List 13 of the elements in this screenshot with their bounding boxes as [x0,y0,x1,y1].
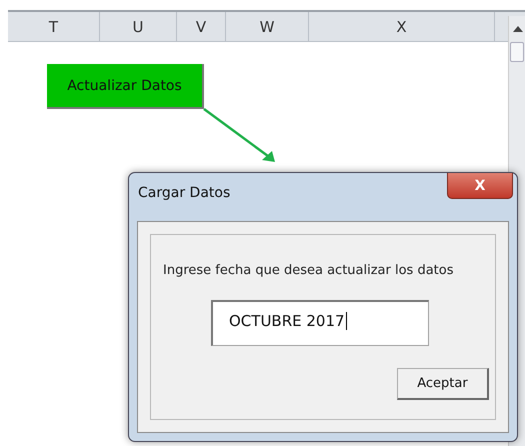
scroll-thumb[interactable] [510,42,524,62]
column-header[interactable]: X [309,12,495,41]
column-header[interactable]: V [177,12,226,41]
scroll-up-icon[interactable] [513,26,523,32]
close-button[interactable]: X [447,173,513,199]
date-input-field[interactable]: OCTUBRE 2017 [211,300,429,346]
prompt-text: Ingrese fecha que desea actualizar los datos [163,263,454,278]
macro-button[interactable]: Actualizar Datos [47,64,204,109]
column-header[interactable]: T [8,12,100,41]
dialog-title: Cargar Datos [138,185,230,201]
column-header[interactable]: U [100,12,177,41]
accept-button[interactable]: Aceptar [397,368,489,400]
column-header[interactable]: W [226,12,309,41]
